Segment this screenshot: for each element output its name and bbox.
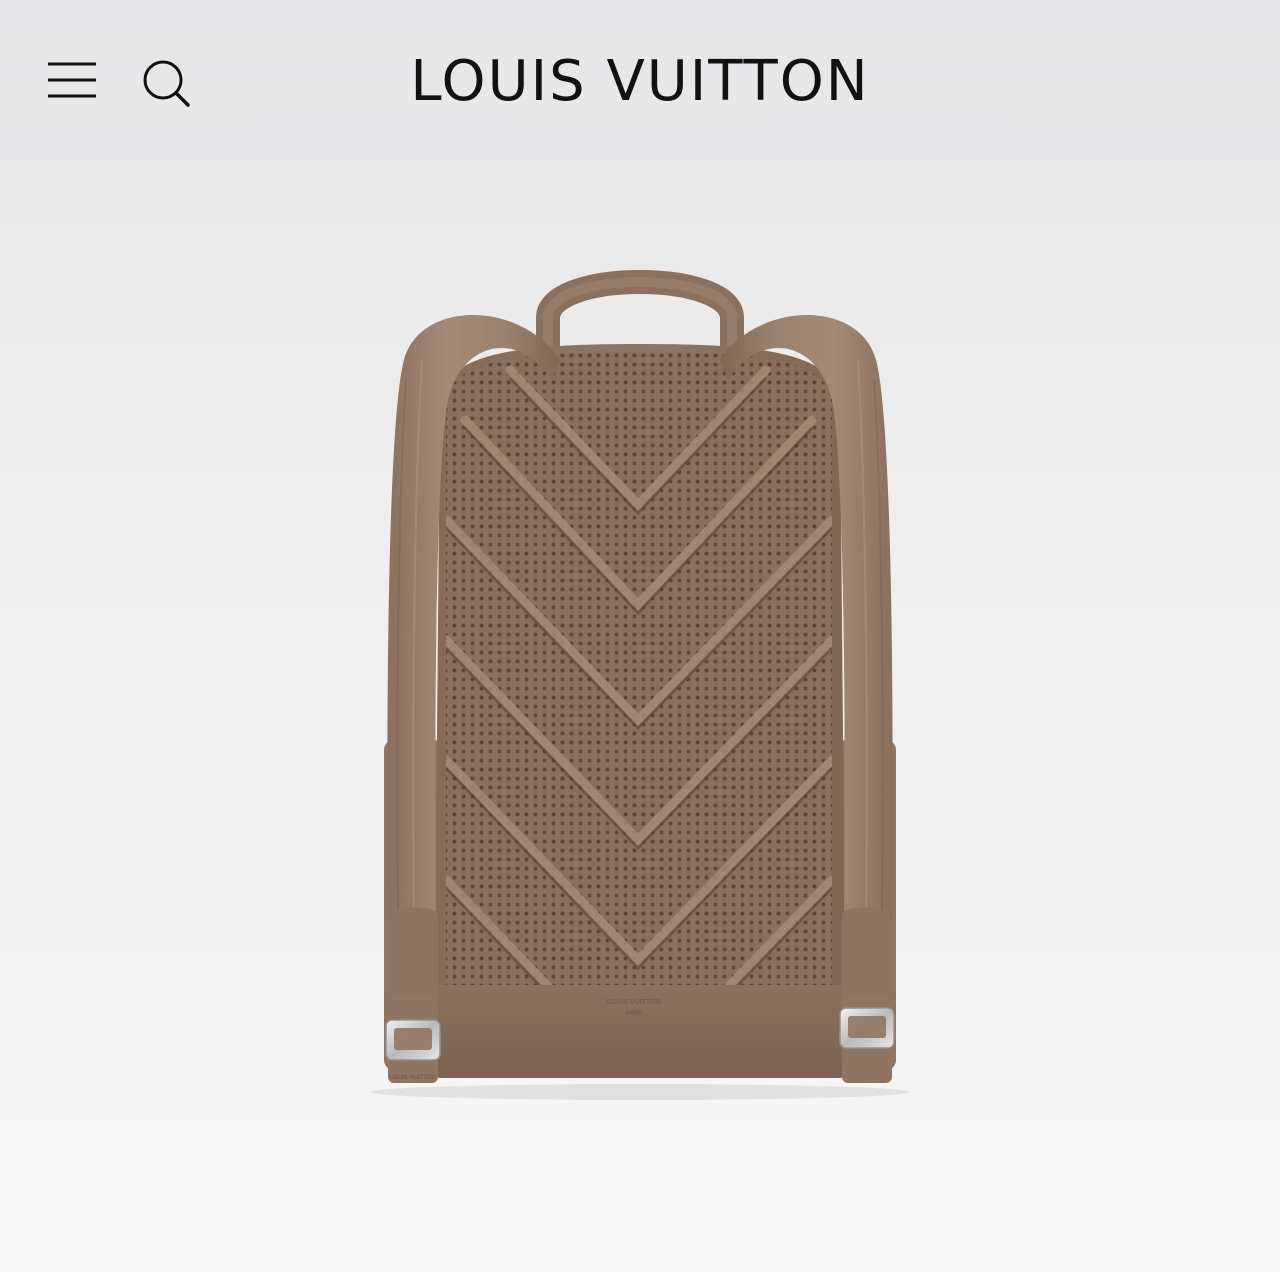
brand-logo[interactable]: LOUIS VUITTON bbox=[0, 48, 1280, 116]
strap-imprint-left: LOUIS VUITTON bbox=[390, 1074, 436, 1081]
base-imprint-city: PARIS bbox=[625, 1010, 642, 1017]
product-image: LOUIS VUITTON PARIS LOUIS VUITTON bbox=[0, 165, 1280, 1272]
site-header: LOUIS VUITTON bbox=[0, 0, 1280, 165]
product-page: LOUIS VUITTON LOUIS VUITTON PARIS LOUIS … bbox=[0, 0, 1280, 1272]
base-imprint-brand: LOUIS VUITTON bbox=[607, 998, 661, 1006]
backpack-illustration: LOUIS VUITTON PARIS LOUIS VUITTON bbox=[370, 270, 910, 1100]
